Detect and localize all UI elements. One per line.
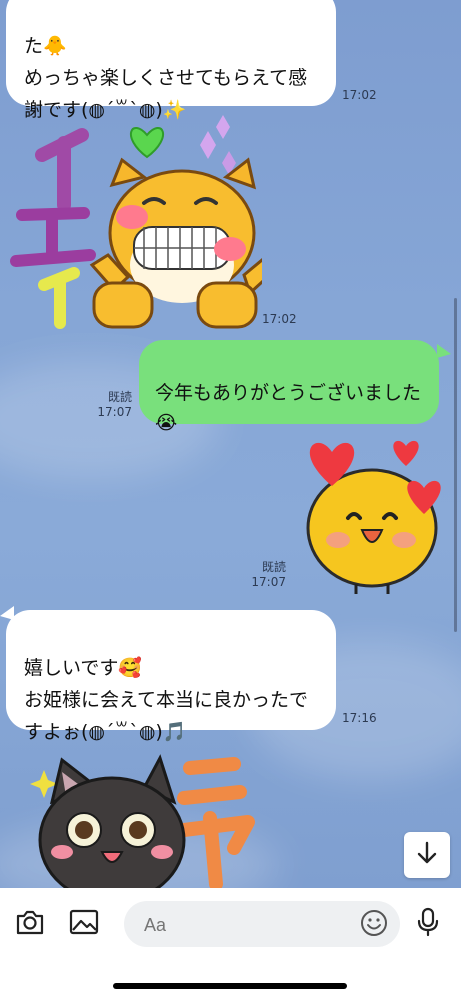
bubble-tail	[0, 606, 14, 620]
emoji-button[interactable]	[360, 909, 388, 941]
camera-button[interactable]	[14, 908, 46, 940]
message-time: 17:02	[342, 88, 377, 102]
message-bubble-received[interactable]: た🐥 めっちゃ楽しくさせてもらえて感謝です(◍︎´꒳`◍︎)✨	[6, 0, 336, 121]
diamond-icon	[200, 131, 216, 159]
microphone-button[interactable]	[412, 907, 444, 941]
heart-icon	[393, 440, 419, 466]
sticker-black-cat[interactable]	[26, 752, 266, 888]
diamond-icon	[216, 115, 230, 139]
chat-area[interactable]: た🐥 めっちゃ楽しくさせてもらえて感謝です(◍︎´꒳`◍︎)✨ 17:02 17…	[0, 0, 461, 888]
scroll-indicator[interactable]	[454, 298, 457, 632]
message-time: 17:16	[342, 711, 377, 725]
scroll-down-button[interactable]	[404, 832, 450, 878]
read-receipt: 既読 17:07	[97, 390, 132, 419]
bubble-tail	[437, 344, 451, 358]
message-input-container	[124, 901, 400, 949]
emoji-icon	[360, 910, 388, 941]
sticker-cat-peace[interactable]	[4, 115, 276, 335]
read-receipt: 既読 17:07	[251, 560, 286, 589]
image-icon	[69, 908, 99, 940]
cat-face	[89, 157, 276, 329]
message-bubble-received[interactable]: 嬉しいです🥰 お姫様に会えて本当に良かったですよぉ(◍︎´꒳`◍︎)🎵	[6, 610, 336, 743]
sticker-lettering	[177, 757, 255, 888]
message-text: た🐥 めっちゃ楽しくさせてもらえて感謝です(◍︎´꒳`◍︎)✨	[24, 35, 308, 121]
image-button[interactable]	[68, 908, 100, 940]
camera-icon	[15, 908, 45, 940]
sticker-lettering	[10, 128, 96, 329]
heart-icon	[129, 127, 165, 159]
cat-face	[38, 754, 186, 888]
sticker-hearts-face[interactable]	[296, 436, 452, 596]
microphone-icon	[416, 907, 440, 941]
message-bubble-sent[interactable]: 今年もありがとうございました😭	[139, 340, 439, 434]
message-time: 17:02	[262, 312, 297, 326]
message-input[interactable]	[142, 901, 346, 949]
arrow-down-icon	[416, 841, 438, 869]
home-indicator[interactable]	[113, 983, 347, 989]
